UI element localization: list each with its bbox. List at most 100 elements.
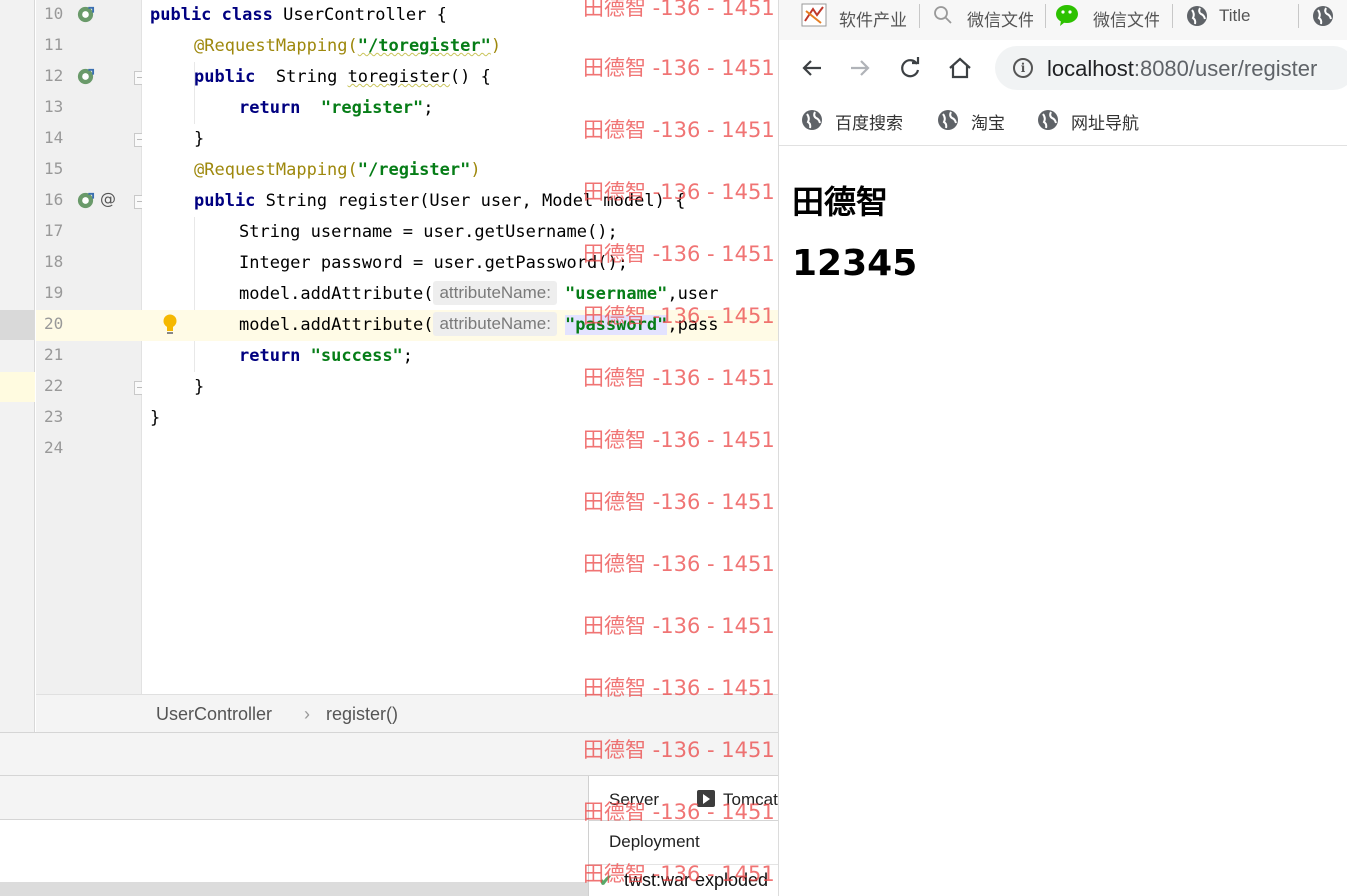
line-number: 14 [44,128,64,147]
method-call: model.addAttribute( [239,315,434,335]
tab-label: 软件产业 [839,11,907,30]
deployment-label: Deployment [609,832,700,851]
code-line-14[interactable]: } [142,124,780,155]
line-number: 10 [44,4,64,23]
browser-tab[interactable] [1309,0,1347,32]
code-line-11[interactable]: @RequestMapping("/toregister") [142,31,780,62]
keyword: return [239,98,301,118]
line-number: 12 [44,66,64,85]
browser-tab[interactable]: 软件产业 [799,0,917,32]
annotation-close: ) [490,36,502,56]
keyword: public [194,191,256,211]
call-args: ,pass [667,315,719,335]
back-arrow-icon[interactable] [797,53,827,83]
method-name: toregister [347,67,450,87]
site-info-icon[interactable]: i [1013,58,1033,78]
gutter-line: 14 [36,124,146,155]
string-literal: "username" [564,284,668,304]
browser-tab[interactable]: Title [1183,0,1293,32]
tab-tomcat[interactable]: Tomcat [723,790,778,810]
wechat-icon [1056,5,1078,26]
browser-tab[interactable]: 微信文件 [1055,0,1167,32]
tab-divider [1298,4,1299,28]
string-literal: "success" [310,346,403,366]
gutter-line: 13 [36,93,142,124]
divider [589,864,780,865]
string-literal: "/toregister" [357,36,491,56]
statement: Integer password = user.getPassword(); [239,253,628,273]
line-number: 15 [44,159,64,178]
code-line-10[interactable]: public class UserController { [142,0,780,31]
code-line-23[interactable]: } [142,403,780,434]
gutter-line: 18 [36,248,142,279]
services-selected-row[interactable] [0,882,590,896]
keyword: public [194,67,256,87]
class-declaration: UserController { [283,5,447,25]
code-line-21[interactable]: return "success"; [142,341,780,372]
line-number: 20 [44,314,64,333]
tab-label: 微信文件 [967,11,1033,30]
line-number: 17 [44,221,64,240]
parameter-hint: attributeName: [433,281,557,305]
browser-tab[interactable]: 微信文件 [929,0,1041,32]
code-line-12[interactable]: public String toregister() { [142,62,780,93]
tab-divider [1045,4,1046,28]
ide-tool-strip [0,0,35,732]
implemented-icon[interactable] [76,5,95,24]
reload-icon[interactable] [895,53,925,83]
breadcrumb-method[interactable]: register() [326,704,398,725]
ide-tool-window-header [0,732,780,776]
code-line-22[interactable]: } [142,372,780,403]
code-line-20[interactable]: model.addAttribute(attributeName: "passwo… [142,310,780,341]
run-panel: Server Tomcat Deployment ✔ twst:war expl… [588,776,780,896]
code-line-17[interactable]: String username = user.getUsername(); [142,217,780,248]
annotation: @RequestMapping( [194,160,358,180]
page-heading-password: 12345 [792,243,918,284]
deployment-artifact[interactable]: twst:war exploded [624,870,768,891]
method-signature: String register(User user, Model model) … [265,191,686,211]
tab-strip: 软件产业 微信文件 微信文件 Title [779,0,1347,40]
lightbulb-icon[interactable] [162,314,178,336]
code-line-18[interactable]: Integer password = user.getPassword(); [142,248,780,279]
globe-icon [1187,6,1207,26]
bookmark-label: 淘宝 [971,114,1005,133]
globe-icon [1313,6,1333,26]
code-line-16[interactable]: public String register(User user, Model … [142,186,780,217]
ide-tool-window-toolbar [0,776,590,820]
tomcat-log-icon [697,790,715,807]
bookmarks-bar: 百度搜索 淘宝 网址导航 [779,96,1347,146]
gutter-line: 17 [36,217,142,248]
call-args: ,user [667,284,719,304]
address-url[interactable]: localhost:8080/user/register [1047,56,1317,82]
software-site-icon [801,3,827,27]
line-number: 21 [44,345,64,364]
code-line-13[interactable]: return "register"; [142,93,780,124]
mapping-icon[interactable] [76,191,95,210]
bookmark-label: 百度搜索 [835,114,903,133]
breadcrumb-separator: › [304,704,310,724]
globe-icon [938,110,958,130]
home-icon[interactable] [945,53,975,83]
ide-window: 10 11 12 13 14 15 16 @ 17 18 19 20 21 22… [0,0,780,896]
breadcrumb-class[interactable]: UserController [156,704,272,725]
tab-divider [1172,4,1173,28]
tab-server[interactable]: Server [609,790,659,810]
statement: String username = user.getUsername(); [239,222,618,242]
mapping-icon[interactable] [76,67,95,86]
code-line-15[interactable]: @RequestMapping("/register") [142,155,780,186]
check-icon: ✔ [599,873,613,890]
string-literal: "/register" [357,160,471,180]
parameter-hint: attributeName: [433,312,557,336]
keyword: class [221,5,273,25]
at-annotation-icon[interactable]: @ [100,189,116,208]
gutter-line-current: 20 [36,310,142,341]
tab-label: Title [1219,6,1251,25]
line-number: 19 [44,283,64,302]
code-line-19[interactable]: model.addAttribute(attributeName: "userna… [142,279,780,310]
annotation-close: ) [470,160,481,180]
forward-arrow-icon[interactable] [845,53,875,83]
address-bar[interactable]: i localhost:8080/user/register [995,46,1347,90]
bookmark-label: 网址导航 [1071,114,1139,133]
closing-brace: } [194,129,205,149]
code-editor[interactable]: public class UserController { @RequestMa… [142,0,780,694]
